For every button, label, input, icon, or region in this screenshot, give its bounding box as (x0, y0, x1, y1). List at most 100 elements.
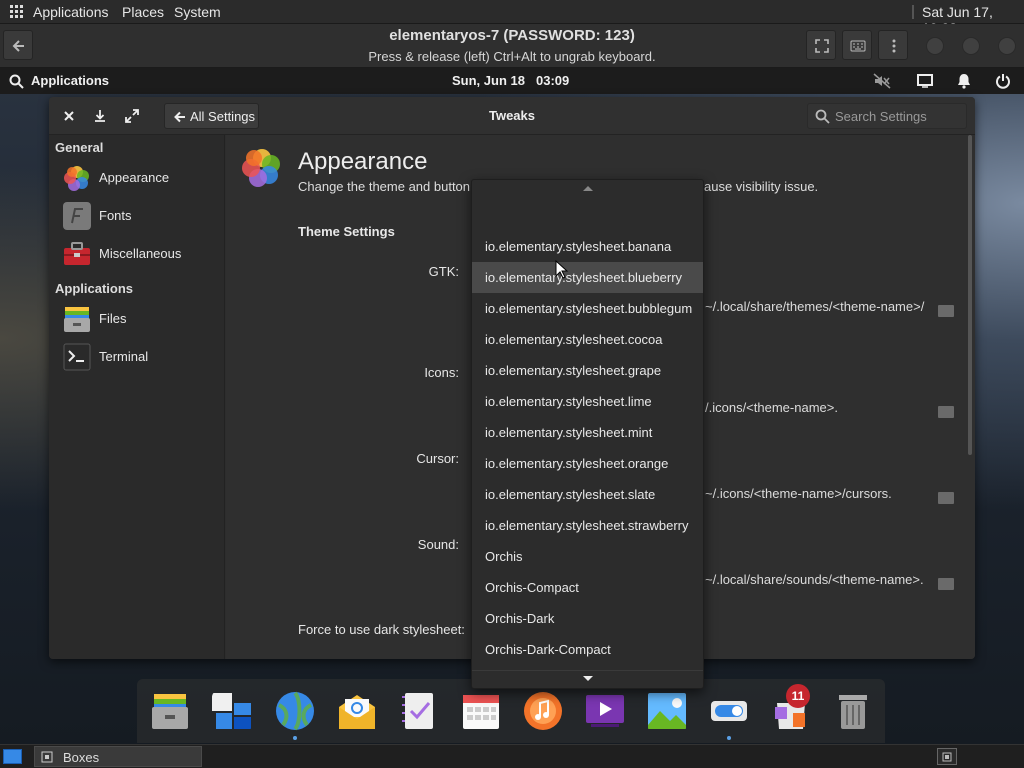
section-theme-settings: Theme Settings (298, 224, 395, 239)
toolbox-icon (64, 242, 90, 265)
fonts-icon (63, 202, 91, 230)
dropdown-option[interactable]: io.elementary.stylesheet.mint (472, 417, 703, 448)
window-titlebar: All Settings Tweaks Search Settings (49, 97, 975, 135)
sidebar-item-terminal[interactable]: Terminal (49, 339, 225, 375)
dropdown-option[interactable]: io.elementary.stylesheet.banana (472, 231, 703, 262)
sidebar-item-label: Fonts (99, 208, 132, 223)
running-indicator (293, 736, 297, 740)
task-label: Boxes (63, 750, 100, 765)
maximize-button[interactable] (962, 37, 980, 55)
minimize-button[interactable] (926, 37, 944, 55)
tasks-icon[interactable] (399, 691, 439, 731)
dropdown-option[interactable]: io.elementary.stylesheet.grape (472, 355, 703, 386)
folder-icon[interactable] (938, 578, 954, 590)
guest-date[interactable]: Sun, Jun 18 (452, 73, 525, 88)
host-menu-system[interactable]: System (174, 4, 221, 20)
sidebar-item-label: Files (99, 311, 127, 326)
scroll-down-arrow-icon[interactable] (582, 675, 594, 683)
sidebar-item-appearance[interactable]: Appearance (49, 160, 225, 196)
cursor-label: Cursor: (416, 451, 459, 466)
music-icon[interactable] (523, 691, 563, 731)
dropdown-option[interactable]: io.elementary.stylesheet.bubblegum (472, 293, 703, 324)
gtk-label: GTK: (428, 264, 459, 279)
notifications-icon[interactable] (956, 73, 972, 89)
guest-time[interactable]: 03:09 (536, 73, 569, 88)
folder-icon[interactable] (938, 492, 954, 504)
photos-icon[interactable] (647, 691, 687, 731)
icons-path-hint: /.icons/<theme-name>. (705, 400, 838, 415)
sidebar-item-label: Appearance (99, 170, 170, 185)
boxes-app-icon (41, 751, 53, 763)
sound-label: Sound: (417, 537, 459, 552)
dropdown-option-selected[interactable]: io.elementary.stylesheet.blueberry (472, 262, 703, 293)
apps-grid-icon[interactable] (10, 5, 24, 19)
dropdown-option[interactable]: io.elementary.stylesheet.orange (472, 448, 703, 479)
terminal-icon (63, 343, 91, 371)
guest-applications-menu[interactable]: Applications (31, 73, 109, 88)
guest-top-panel: Applications Sun, Jun 18 03:09 (0, 68, 1024, 94)
trash-icon[interactable] (833, 691, 873, 731)
calendar-icon[interactable] (461, 691, 501, 731)
files-icon (64, 307, 90, 332)
menu-button[interactable] (878, 30, 908, 60)
page-description: Change the theme and button l (298, 179, 477, 194)
dropdown-option[interactable]: Orchis-Dark (472, 603, 703, 634)
keyboard-button[interactable] (842, 30, 872, 60)
folder-icon[interactable] (938, 406, 954, 418)
files-icon[interactable] (150, 691, 190, 731)
running-indicator (727, 736, 731, 740)
gtk-path-hint: ~/.local/share/themes/<theme-name>/ (705, 299, 925, 314)
browser-icon[interactable] (275, 691, 315, 731)
host-menu-places[interactable]: Places (122, 4, 164, 20)
sidebar: General Appearance Fonts Miscellaneous A… (49, 135, 225, 659)
close-window-button[interactable] (998, 37, 1016, 55)
search-icon (815, 109, 830, 124)
sidebar-header-general: General (55, 140, 104, 155)
mouse-pointer-icon (555, 260, 569, 279)
boxes-header-bar: elementaryos-7 (PASSWORD: 123) Press & r… (0, 24, 1024, 68)
host-taskbar: Boxes (0, 744, 1024, 768)
sidebar-header-applications: Applications (55, 281, 134, 296)
sidebar-item-label: Terminal (99, 349, 149, 364)
fullscreen-button[interactable] (806, 30, 836, 60)
display-icon[interactable] (917, 74, 933, 88)
more-vertical-icon (892, 39, 896, 53)
icons-label: Icons: (424, 365, 459, 380)
workspace-switcher[interactable] (937, 748, 957, 765)
notification-badge: 11 (786, 684, 810, 708)
dropdown-option[interactable]: Orchis (472, 541, 703, 572)
folder-icon[interactable] (938, 305, 954, 317)
dropdown-option[interactable]: Orchis-Dark-Compact (472, 634, 703, 665)
dropdown-option[interactable]: io.elementary.stylesheet.cocoa (472, 324, 703, 355)
search-placeholder: Search Settings (835, 109, 927, 124)
keyboard-icon (850, 40, 866, 52)
sidebar-item-files[interactable]: Files (49, 301, 225, 337)
workspace-icon (942, 752, 952, 762)
panel-separator (912, 5, 914, 19)
dropdown-option[interactable]: io.elementary.stylesheet.strawberry (472, 510, 703, 541)
videos-icon[interactable] (585, 691, 625, 731)
host-top-panel: Applications Places System Sat Jun 17, 1… (0, 0, 1024, 36)
search-settings-field[interactable]: Search Settings (807, 103, 967, 129)
dropdown-option[interactable]: Orchis-Compact (472, 572, 703, 603)
search-icon (9, 74, 24, 89)
scroll-up-arrow-icon[interactable] (582, 184, 594, 192)
content-scrollbar[interactable] (968, 135, 972, 455)
taskbar-task-boxes[interactable]: Boxes (34, 746, 202, 767)
dropdown-divider (472, 670, 703, 671)
sidebar-item-miscellaneous[interactable]: Miscellaneous (49, 236, 225, 272)
guest-desktop: Applications Sun, Jun 18 03:09 All Setti… (0, 68, 1024, 744)
appearance-icon (242, 149, 280, 187)
sidebar-item-fonts[interactable]: Fonts (49, 198, 225, 234)
dropdown-option[interactable]: io.elementary.stylesheet.slate (472, 479, 703, 510)
settings-icon[interactable] (709, 691, 749, 731)
fullscreen-icon (815, 39, 829, 53)
multitasking-icon[interactable] (212, 691, 252, 731)
sound-muted-icon[interactable] (873, 73, 891, 89)
mail-icon[interactable] (337, 691, 377, 731)
power-icon[interactable] (995, 73, 1011, 89)
dropdown-option[interactable]: io.elementary.stylesheet.lime (472, 386, 703, 417)
host-menu-applications[interactable]: Applications (33, 4, 109, 20)
show-desktop-button[interactable] (3, 749, 22, 764)
dark-stylesheet-label: Force to use dark stylesheet: (298, 622, 465, 637)
